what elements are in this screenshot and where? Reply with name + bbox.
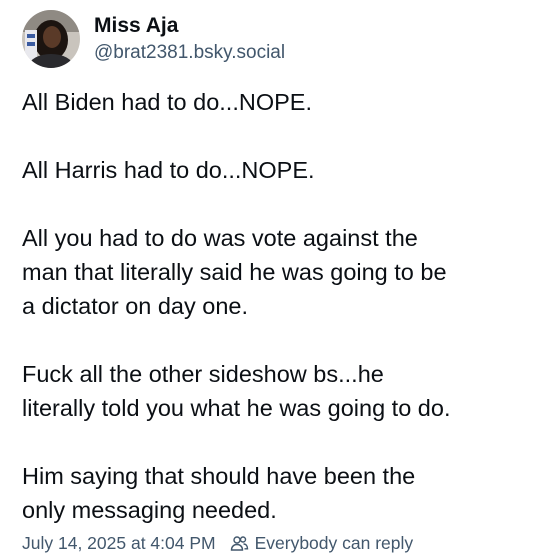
post-paragraph: All Harris had to do...NOPE.	[22, 157, 315, 183]
reply-setting[interactable]: Everybody can reply	[230, 532, 414, 554]
post-body: All Biden had to do...NOPE. All Harris h…	[22, 85, 527, 527]
post-paragraph: All you had to do was vote against the m…	[22, 225, 447, 319]
avatar[interactable]	[22, 10, 80, 68]
author-names: Miss Aja @brat2381.bsky.social	[94, 13, 285, 66]
author-handle[interactable]: @brat2381.bsky.social	[94, 40, 285, 66]
post-header: Miss Aja @brat2381.bsky.social	[22, 8, 285, 70]
post-paragraph: Fuck all the other sideshow bs...he lite…	[22, 361, 451, 421]
profile-photo-icon	[22, 10, 80, 68]
post-paragraph: Him saying that should have been the onl…	[22, 463, 416, 523]
author-display-name[interactable]: Miss Aja	[94, 13, 285, 39]
post-meta: July 14, 2025 at 4:04 PM Everybody can r…	[22, 530, 413, 556]
post-paragraph: All Biden had to do...NOPE.	[22, 89, 312, 115]
post-timestamp[interactable]: July 14, 2025 at 4:04 PM	[22, 533, 216, 554]
people-icon	[230, 534, 249, 553]
post: Miss Aja @brat2381.bsky.social All Biden…	[0, 0, 540, 560]
reply-setting-label: Everybody can reply	[254, 532, 414, 553]
